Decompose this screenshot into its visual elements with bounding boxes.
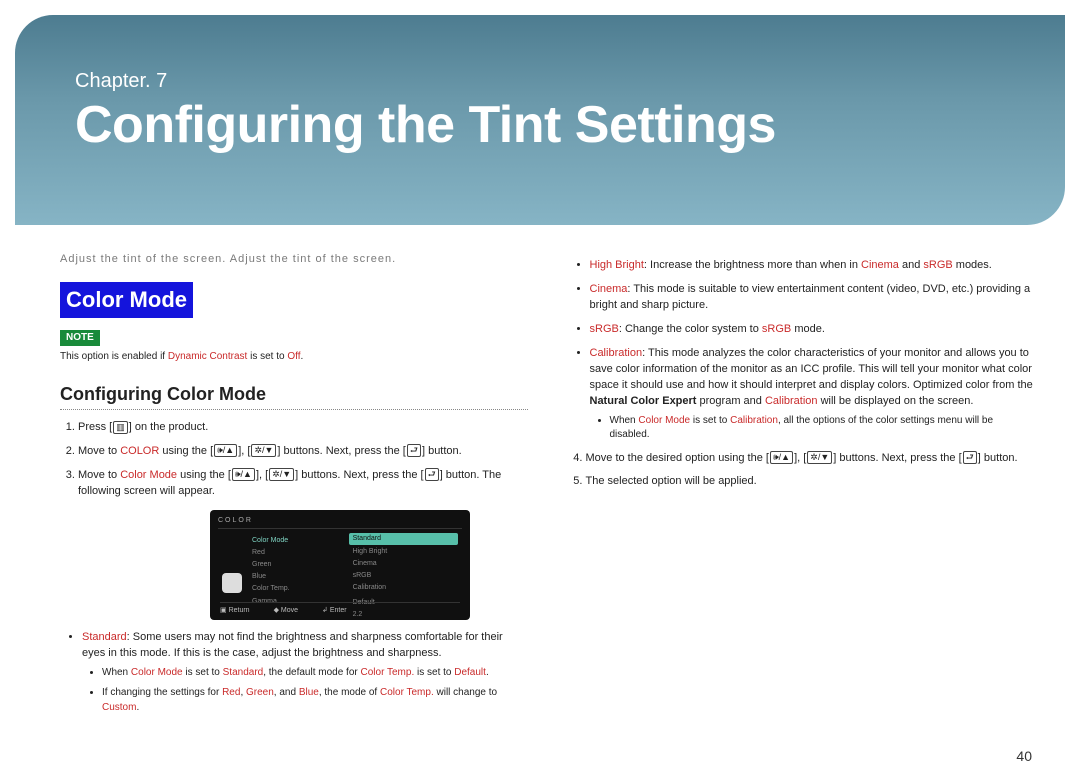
note-badge: NOTE bbox=[60, 330, 100, 347]
sub-heading: Configuring Color Mode bbox=[60, 381, 528, 410]
step-2: Move to COLOR using the [🕪/▲], [✲/▼] but… bbox=[78, 444, 528, 460]
palette-icon bbox=[222, 573, 242, 593]
left-column: Adjust the tint of the screen. Adjust th… bbox=[60, 252, 528, 723]
up-icon: 🕪/▲ bbox=[232, 468, 255, 481]
section-heading: Color Mode bbox=[60, 282, 193, 318]
step-1: Press [▥] on the product. bbox=[78, 420, 528, 436]
page-number: 40 bbox=[1016, 748, 1032, 764]
down-icon: ✲/▼ bbox=[269, 468, 294, 481]
down-icon: ✲/▼ bbox=[807, 451, 832, 464]
chapter-label: Chapter. 7 bbox=[75, 70, 1020, 93]
osd-options: Standard High Bright Cinema sRGB Calibra… bbox=[345, 529, 462, 607]
bullet-calibration: Calibration: This mode analyzes the colo… bbox=[590, 346, 1036, 443]
enter-icon: ⮐ bbox=[963, 451, 977, 464]
intro-text: Adjust the tint of the screen. Adjust th… bbox=[60, 252, 528, 268]
step-3: Move to Color Mode using the [🕪/▲], [✲/▼… bbox=[78, 468, 528, 500]
left-bullets: Standard: Some users may not find the br… bbox=[60, 630, 528, 715]
enter-icon: ⮐ bbox=[407, 444, 421, 457]
sub-bullet-2: If changing the settings for Red, Green,… bbox=[102, 686, 528, 715]
content-columns: Adjust the tint of the screen. Adjust th… bbox=[0, 240, 1080, 733]
step-5: The selected option will be applied. bbox=[586, 474, 1036, 490]
osd-title: COLOR bbox=[218, 516, 462, 529]
bullet-highbright: High Bright: Increase the brightness mor… bbox=[590, 258, 1036, 274]
steps-right: Move to the desired option using the [🕪/… bbox=[568, 451, 1036, 491]
right-column: High Bright: Increase the brightness mor… bbox=[568, 252, 1036, 723]
enter-icon: ⮐ bbox=[425, 468, 439, 481]
up-icon: 🕪/▲ bbox=[214, 444, 237, 457]
up-icon: 🕪/▲ bbox=[770, 451, 793, 464]
right-bullets: High Bright: Increase the brightness mor… bbox=[568, 258, 1036, 443]
bullet-standard: Standard: Some users may not find the br… bbox=[82, 630, 528, 715]
sub-bullet-1: When Color Mode is set to Standard, the … bbox=[102, 666, 528, 681]
note-line: This option is enabled if Dynamic Contra… bbox=[60, 350, 528, 365]
bullet-cinema: Cinema: This mode is suitable to view en… bbox=[590, 282, 1036, 314]
chapter-title: Configuring the Tint Settings bbox=[75, 95, 1020, 155]
osd-footer: Return Move Enter bbox=[220, 602, 460, 616]
steps-list: Press [▥] on the product. Move to COLOR … bbox=[60, 420, 528, 500]
step-4: Move to the desired option using the [🕪/… bbox=[586, 451, 1036, 467]
menu-icon: ▥ bbox=[113, 421, 128, 434]
down-icon: ✲/▼ bbox=[251, 444, 276, 457]
osd-menu: Color Mode Red Green Blue Color Temp. Ga… bbox=[252, 535, 290, 601]
cal-sub-bullet: When Color Mode is set to Calibration, a… bbox=[610, 414, 1036, 443]
chapter-hero: Chapter. 7 Configuring the Tint Settings bbox=[15, 15, 1065, 225]
osd-screenshot: COLOR Color Mode Red Green Blue Color Te… bbox=[210, 510, 470, 620]
bullet-srgb: sRGB: Change the color system to sRGB mo… bbox=[590, 322, 1036, 338]
